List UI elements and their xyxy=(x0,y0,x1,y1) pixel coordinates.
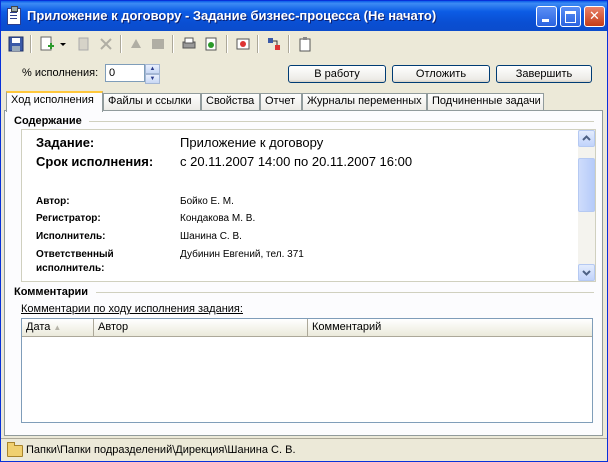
task-window: Приложение к договору - Задание бизнес-п… xyxy=(0,0,608,462)
tab-files[interactable]: Файлы и ссылки xyxy=(103,93,201,110)
content-group-title: Содержание xyxy=(14,115,82,127)
minimize-button[interactable] xyxy=(536,6,557,27)
content-scrollbar[interactable] xyxy=(578,130,595,281)
tab-strip: Ход исполнения Файлы и ссылки Свойства О… xyxy=(4,91,604,112)
clipboard-document-icon xyxy=(7,6,21,25)
scroll-down-icon[interactable] xyxy=(578,264,595,281)
delete-icon[interactable] xyxy=(98,36,114,52)
deadline-label: Срок исполнения: xyxy=(36,154,154,169)
toolbar-separator xyxy=(120,35,122,53)
maximize-icon xyxy=(565,11,576,23)
history-icon[interactable] xyxy=(235,36,251,52)
comments-group-title: Комментарии xyxy=(14,286,89,298)
copy-icon[interactable] xyxy=(76,36,92,52)
start-work-button[interactable]: В работу xyxy=(288,65,386,83)
comments-group-line xyxy=(96,292,594,293)
toolbar-separator xyxy=(257,35,259,53)
save-icon[interactable] xyxy=(8,36,24,52)
column-header-comment[interactable]: Комментарий xyxy=(308,319,592,337)
minimize-icon xyxy=(542,19,549,22)
folder-icon xyxy=(7,442,23,457)
route-icon[interactable] xyxy=(266,36,282,52)
close-button[interactable]: ✕ xyxy=(584,6,605,27)
export-icon[interactable] xyxy=(203,36,219,52)
stepper-up-icon[interactable]: ▲ xyxy=(145,64,160,74)
comments-table[interactable]: Дата ▲ Автор Комментарий xyxy=(21,318,593,423)
tab-subtasks[interactable]: Подчиненные задачи xyxy=(427,93,544,110)
toolbar-separator xyxy=(288,35,290,53)
column-header-author[interactable]: Автор xyxy=(94,319,308,337)
task-label: Задание: xyxy=(36,135,95,150)
toolbar-separator xyxy=(30,35,32,53)
scroll-up-icon[interactable] xyxy=(578,130,595,147)
tab-report[interactable]: Отчет xyxy=(260,93,302,110)
author-label: Автор: xyxy=(36,196,70,207)
window-title: Приложение к договору - Задание бизнес-п… xyxy=(27,8,437,23)
folder-path: Папки\Папки подразделений\Дирекция\Шанин… xyxy=(26,444,296,456)
stepper-down-icon[interactable]: ▼ xyxy=(145,74,160,84)
column-header-date[interactable]: Дата ▲ xyxy=(22,319,94,337)
tab-variable-journals[interactable]: Журналы переменных xyxy=(302,93,427,110)
responsible-label-line2: исполнитель: xyxy=(36,263,105,274)
complete-button[interactable]: Завершить xyxy=(496,65,592,83)
forward-icon[interactable] xyxy=(128,36,144,52)
clipboard-icon[interactable] xyxy=(297,36,313,52)
task-value: Приложение к договору xyxy=(180,135,324,150)
deadline-value: с 20.11.2007 14:00 по 20.11.2007 16:00 xyxy=(180,154,413,169)
responsible-value: Дубинин Евгений, тел. 371 xyxy=(180,249,304,260)
toolbar-separator xyxy=(172,35,174,53)
toolbar xyxy=(4,32,604,56)
content-group-line xyxy=(89,121,594,122)
maximize-button[interactable] xyxy=(560,6,581,27)
registrar-label: Регистратор: xyxy=(36,213,101,224)
tab-progress[interactable]: Ход исполнения xyxy=(6,91,103,112)
status-bar: Папки\Папки подразделений\Дирекция\Шанин… xyxy=(1,438,607,461)
add-icon[interactable] xyxy=(39,36,55,52)
progress-stepper[interactable]: ▲ ▼ xyxy=(145,64,160,84)
reply-icon[interactable] xyxy=(150,36,166,52)
sort-ascending-icon: ▲ xyxy=(53,323,62,332)
progress-input[interactable] xyxy=(105,64,145,82)
scroll-thumb[interactable] xyxy=(578,158,595,212)
close-icon: ✕ xyxy=(589,8,600,23)
author-value: Бойко Е. М. xyxy=(180,196,234,207)
comments-caption: Комментарии по ходу исполнения задания: xyxy=(21,303,243,315)
title-bar[interactable]: Приложение к договору - Задание бизнес-п… xyxy=(1,1,607,31)
registrar-value: Кондакова М. В. xyxy=(180,213,256,224)
tab-properties[interactable]: Свойства xyxy=(201,93,260,110)
dropdown-arrow-icon[interactable] xyxy=(59,36,67,52)
postpone-button[interactable]: Отложить xyxy=(392,65,490,83)
task-content-panel[interactable]: Задание: Приложение к договору Срок испо… xyxy=(21,129,596,282)
executor-value: Шанина С. В. xyxy=(180,231,242,242)
progress-label: % исполнения: xyxy=(22,67,99,79)
responsible-label-line1: Ответственный xyxy=(36,249,114,260)
executor-label: Исполнитель: xyxy=(36,231,106,242)
print-icon[interactable] xyxy=(181,36,197,52)
toolbar-separator xyxy=(226,35,228,53)
